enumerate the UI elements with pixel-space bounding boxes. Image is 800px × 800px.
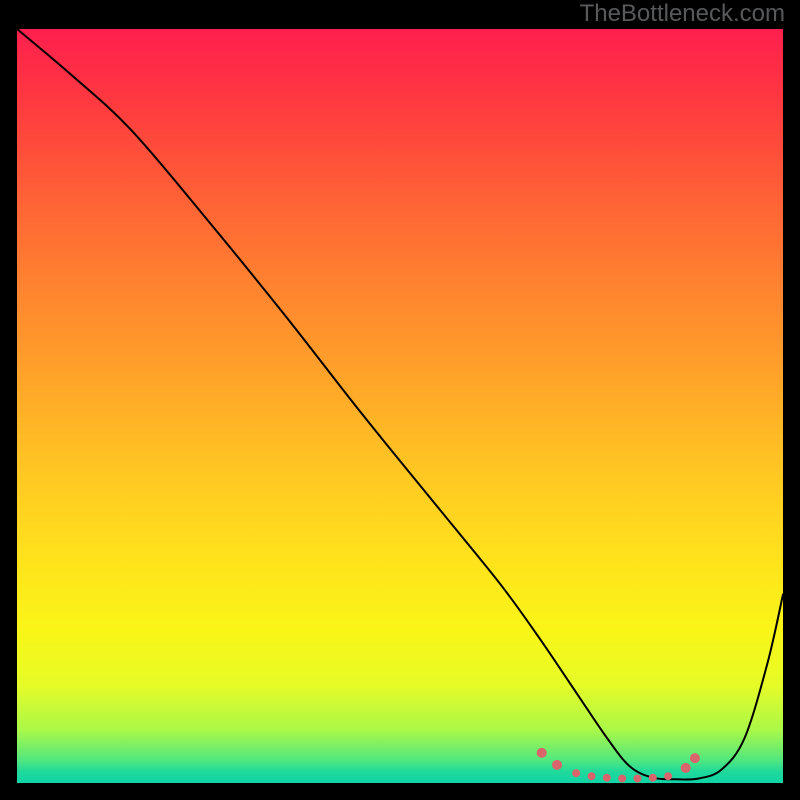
marker-dot bbox=[618, 774, 626, 782]
marker-dot bbox=[681, 763, 691, 773]
chart-canvas: TheBottleneck.com bbox=[0, 0, 800, 800]
curve-path bbox=[17, 29, 783, 780]
marker-dot bbox=[603, 774, 611, 782]
marker-dot bbox=[649, 774, 657, 782]
marker-dot bbox=[572, 769, 580, 777]
watermark-text: TheBottleneck.com bbox=[580, 0, 785, 28]
plot-area bbox=[17, 29, 783, 783]
marker-dot bbox=[664, 772, 672, 780]
marker-dot bbox=[552, 760, 562, 770]
chart-svg bbox=[17, 29, 783, 783]
marker-dot bbox=[537, 748, 547, 758]
marker-dot bbox=[633, 774, 641, 782]
marker-dot bbox=[588, 772, 596, 780]
marker-dot bbox=[690, 753, 700, 763]
